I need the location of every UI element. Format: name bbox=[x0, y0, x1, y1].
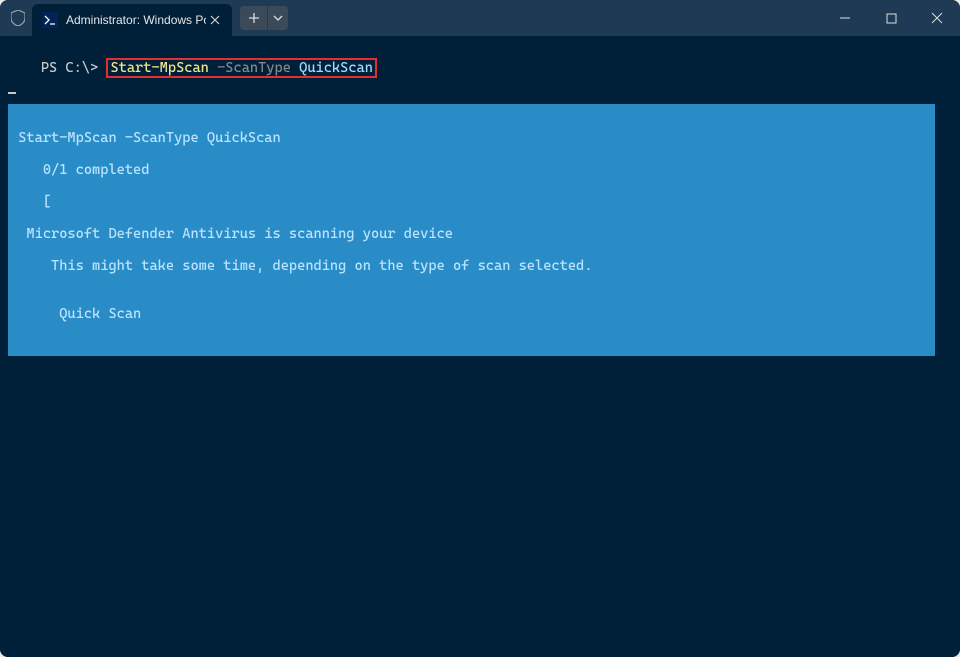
prompt-line: PS C:\> Start-MpScan -ScanType QuickScan bbox=[41, 60, 377, 76]
terminal-window: Administrator: Windows Powe bbox=[0, 0, 960, 657]
cursor bbox=[8, 92, 16, 94]
progress-status-1: Microsoft Defender Antivirus is scanning… bbox=[10, 226, 933, 242]
progress-status-2: This might take some time, depending on … bbox=[10, 258, 933, 274]
progress-scan-type: Quick Scan bbox=[10, 306, 933, 322]
progress-block: Start-MpScan -ScanType QuickScan 0/1 com… bbox=[8, 104, 935, 356]
cmd-value: QuickScan bbox=[299, 60, 373, 76]
progress-bar-line: [ ] bbox=[10, 194, 933, 210]
chevron-down-icon bbox=[273, 15, 283, 21]
new-tab-group bbox=[240, 6, 288, 30]
maximize-icon bbox=[886, 13, 897, 24]
close-window-button[interactable] bbox=[914, 0, 960, 36]
window-controls bbox=[822, 0, 960, 36]
progress-count: 0/1 completed bbox=[10, 162, 933, 178]
minimize-icon bbox=[839, 12, 851, 24]
maximize-button[interactable] bbox=[868, 0, 914, 36]
shield-icon bbox=[8, 8, 28, 28]
cmd-base: Start-MpScan bbox=[110, 60, 208, 76]
cmd-param: -ScanType bbox=[209, 60, 299, 76]
new-tab-button[interactable] bbox=[240, 6, 268, 30]
plus-icon bbox=[248, 12, 260, 24]
close-tab-button[interactable] bbox=[206, 11, 224, 29]
close-icon bbox=[931, 12, 943, 24]
titlebar: Administrator: Windows Powe bbox=[0, 0, 960, 36]
close-icon bbox=[210, 15, 220, 25]
tab-title: Administrator: Windows Powe bbox=[66, 13, 206, 27]
prompt-prefix: PS C:\> bbox=[41, 60, 107, 76]
powershell-icon bbox=[42, 12, 58, 28]
tab-active[interactable]: Administrator: Windows Powe bbox=[32, 4, 232, 36]
tab-dropdown-button[interactable] bbox=[268, 6, 288, 30]
command-highlight: Start-MpScan -ScanType QuickScan bbox=[106, 58, 377, 78]
terminal-body[interactable]: PS C:\> Start-MpScan -ScanType QuickScan… bbox=[0, 36, 960, 657]
minimize-button[interactable] bbox=[822, 0, 868, 36]
progress-command-echo: Start-MpScan -ScanType QuickScan bbox=[10, 130, 933, 146]
